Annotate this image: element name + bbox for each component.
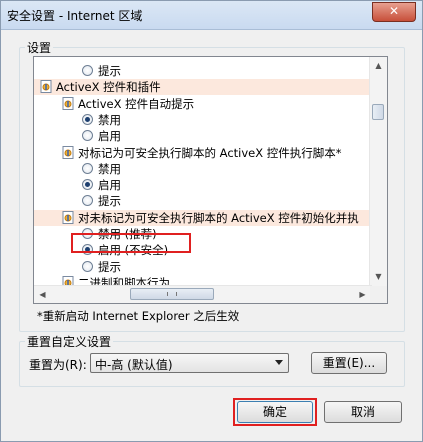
radio-unchecked-icon[interactable] (82, 195, 93, 207)
radio-checked-icon[interactable] (82, 179, 93, 191)
setting-label: ActiveX 控件自动提示 (78, 96, 195, 111)
vertical-scroll-thumb[interactable] (372, 104, 384, 120)
setting-option[interactable]: 启用 (34, 177, 372, 193)
setting-option[interactable]: 禁用 (34, 161, 372, 177)
radio-checked-icon[interactable] (82, 113, 93, 125)
setting-label: ActiveX 控件和插件 (56, 80, 161, 95)
close-button[interactable]: ✕ (372, 2, 416, 22)
settings-page-icon (62, 210, 74, 224)
setting-option[interactable]: 提示 (34, 63, 372, 79)
restart-note: *重新启动 Internet Explorer 之后生效 (37, 309, 240, 323)
setting-label: 禁用 (98, 112, 121, 127)
highlight-ok-button (233, 398, 317, 426)
reset-group-label: 重置自定义设置 (25, 333, 114, 350)
radio-unchecked-icon[interactable] (82, 162, 93, 174)
horizontal-scroll-thumb[interactable] (130, 288, 214, 300)
scroll-down-icon[interactable]: ▼ (371, 269, 386, 284)
settings-page-icon (62, 96, 74, 110)
reset-to-label: 重置为(R): (29, 358, 87, 372)
setting-label: 提示 (98, 64, 121, 78)
settings-list[interactable]: 提示 ActiveX 控件和插件 ActiveX 控件自动提示 禁用 启用 对标记为可安全… (33, 56, 388, 304)
setting-label: 提示 (98, 194, 121, 209)
highlight-enable-unsafe (71, 233, 191, 253)
setting-label: 启用 (98, 129, 121, 144)
settings-group-label: 设置 (25, 39, 54, 56)
setting-label: 禁用 (98, 161, 121, 176)
security-settings-dialog: 安全设置 - Internet 区域 ✕ 设置 提示 ActiveX 控件和插件 A… (0, 0, 423, 442)
radio-unchecked-icon[interactable] (82, 65, 93, 76)
setting-item: ActiveX 控件自动提示 (34, 96, 372, 112)
settings-page-icon (62, 145, 74, 159)
setting-category: ActiveX 控件和插件 (34, 79, 372, 96)
radio-unchecked-icon[interactable] (82, 130, 93, 142)
setting-option[interactable]: 禁用 (34, 112, 372, 128)
scroll-right-icon[interactable]: ▶ (355, 287, 370, 302)
security-level-value: 中-高 (默认值) (95, 358, 173, 372)
setting-option[interactable]: 提示 (34, 259, 372, 275)
scroll-left-icon[interactable]: ◀ (35, 287, 50, 302)
setting-label: 对未标记为可安全执行脚本的 ActiveX 控件初始化并执 (78, 210, 359, 225)
scroll-up-icon[interactable]: ▲ (371, 58, 386, 73)
setting-item: 对标记为可安全执行脚本的 ActiveX 控件执行脚本* (34, 145, 372, 161)
setting-option[interactable]: 启用 (34, 128, 372, 144)
setting-label: 提示 (98, 259, 121, 274)
vertical-scrollbar[interactable]: ▲ ▼ (369, 57, 387, 286)
title-bar: 安全设置 - Internet 区域 ✕ (1, 1, 422, 30)
settings-page-icon (40, 80, 52, 94)
cancel-button[interactable]: 取消 (324, 401, 402, 423)
setting-label: 对标记为可安全执行脚本的 ActiveX 控件执行脚本* (78, 145, 342, 160)
horizontal-scrollbar[interactable]: ◀ ▶ (34, 285, 372, 303)
scrollbar-corner (370, 286, 387, 303)
chevron-down-icon (275, 360, 283, 365)
window-title: 安全设置 - Internet 区域 (7, 9, 143, 23)
setting-option[interactable]: 提示 (34, 193, 372, 209)
radio-unchecked-icon[interactable] (82, 260, 93, 272)
setting-item: 对未标记为可安全执行脚本的 ActiveX 控件初始化并执 (34, 209, 372, 226)
reset-button[interactable]: 重置(E)... (311, 352, 387, 374)
setting-label: 启用 (98, 178, 121, 193)
security-level-select[interactable]: 中-高 (默认值) (90, 353, 289, 373)
